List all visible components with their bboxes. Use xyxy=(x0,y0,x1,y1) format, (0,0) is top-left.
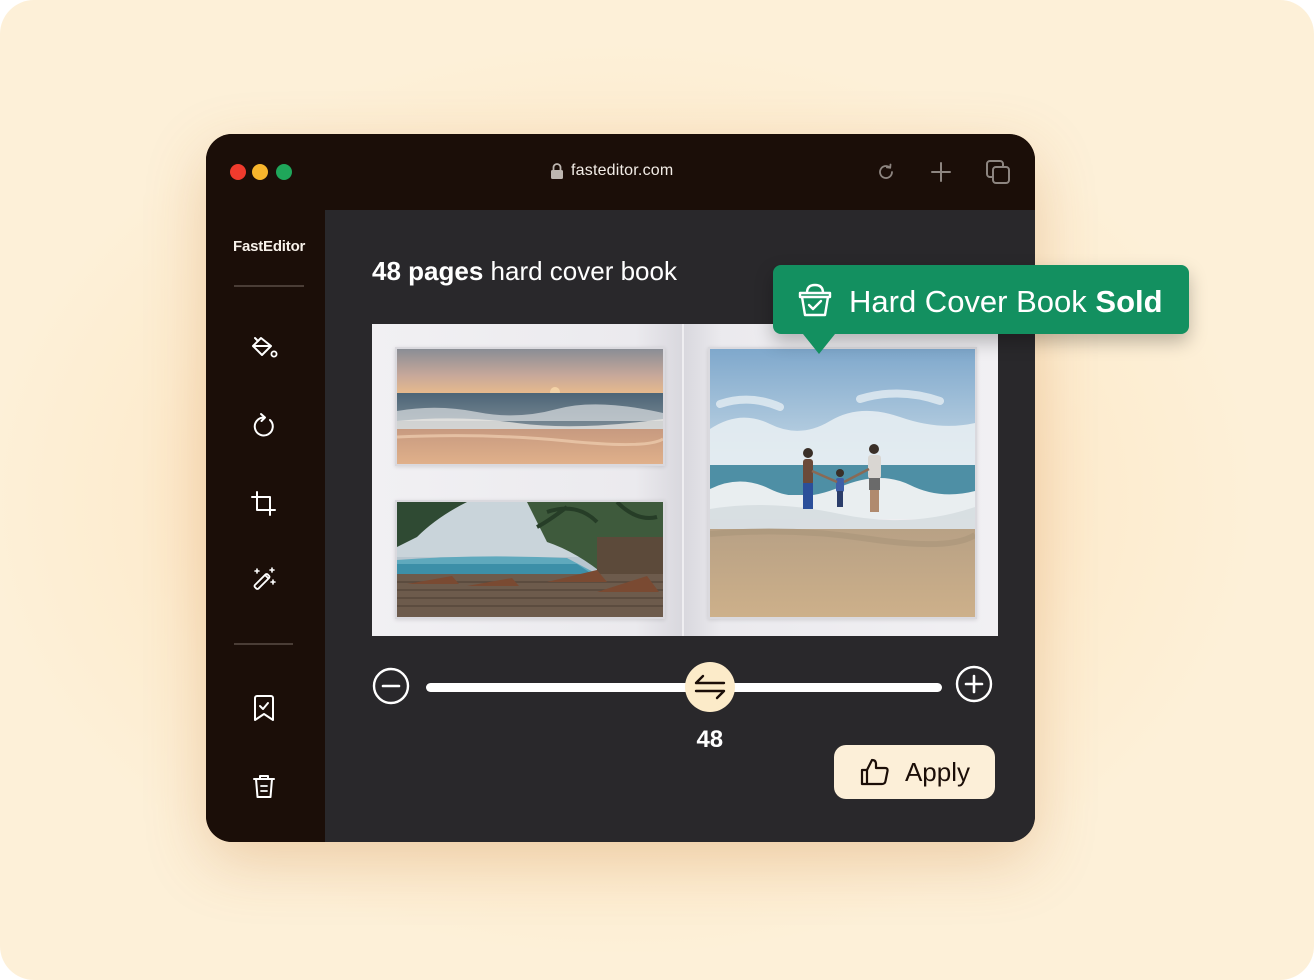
magic-wand-icon xyxy=(253,567,276,590)
tool-sidebar: FastEditor xyxy=(206,210,325,842)
left-page xyxy=(372,324,682,636)
thumbs-up-icon xyxy=(860,758,889,786)
basket-check-icon xyxy=(798,283,832,317)
save-tool-button[interactable] xyxy=(246,690,282,726)
decrease-button[interactable] xyxy=(372,667,410,705)
sidebar-divider xyxy=(234,285,304,287)
book-type-label: hard cover book xyxy=(483,256,677,286)
magic-tool-button[interactable] xyxy=(246,562,282,598)
title-bar: fasteditor.com xyxy=(206,134,1035,210)
swap-arrows-icon xyxy=(694,674,725,700)
right-page xyxy=(684,324,998,636)
trash-icon xyxy=(253,775,275,798)
lock-icon xyxy=(551,163,563,179)
apply-button[interactable]: Apply xyxy=(834,745,995,799)
close-window-dot[interactable] xyxy=(230,164,246,180)
family-beach-photo[interactable] xyxy=(708,347,977,619)
apply-label: Apply xyxy=(904,756,971,787)
page-count-slider: 48 xyxy=(372,662,994,753)
rotate-icon xyxy=(253,413,274,437)
notification-text: Hard Cover Book Sold xyxy=(849,284,1163,320)
notification-status: Sold xyxy=(1095,284,1163,319)
paint-bucket-icon xyxy=(252,337,278,358)
browser-window: fasteditor.com FastEditor 48 pages hard … xyxy=(206,134,1035,842)
bookmark-check-icon xyxy=(254,695,274,721)
increase-button[interactable] xyxy=(955,665,993,703)
slider-track[interactable] xyxy=(426,683,942,692)
sold-notification: Hard Cover Book Sold xyxy=(773,265,1189,354)
delete-tool-button[interactable] xyxy=(246,768,282,804)
page-title: 48 pages hard cover book xyxy=(372,256,677,287)
refresh-icon[interactable] xyxy=(872,158,900,186)
notification-message: Hard Cover Book xyxy=(849,284,1096,319)
slider-knob[interactable] xyxy=(684,662,735,712)
maximize-window-dot[interactable] xyxy=(276,164,292,180)
rotate-tool-button[interactable] xyxy=(246,408,282,444)
slider-value: 48 xyxy=(696,726,724,753)
sunset-beach-photo[interactable] xyxy=(395,347,665,466)
crop-icon xyxy=(251,491,276,516)
address-bar[interactable]: fasteditor.com xyxy=(550,160,673,182)
tabs-icon[interactable] xyxy=(984,158,1012,186)
sidebar-divider xyxy=(234,643,293,645)
page-count-label: 48 pages xyxy=(372,256,484,286)
background: fasteditor.com FastEditor 48 pages hard … xyxy=(0,0,1314,980)
notification-pointer xyxy=(803,334,835,354)
minimize-window-dot[interactable] xyxy=(252,164,268,180)
new-tab-icon[interactable] xyxy=(927,158,955,186)
brand-logo: FastEditor xyxy=(233,238,306,255)
resort-pool-photo[interactable] xyxy=(395,500,665,619)
url-text: fasteditor.com xyxy=(571,162,674,179)
crop-tool-button[interactable] xyxy=(246,486,282,522)
fill-tool-button[interactable] xyxy=(246,330,282,366)
book-spread xyxy=(372,324,998,636)
